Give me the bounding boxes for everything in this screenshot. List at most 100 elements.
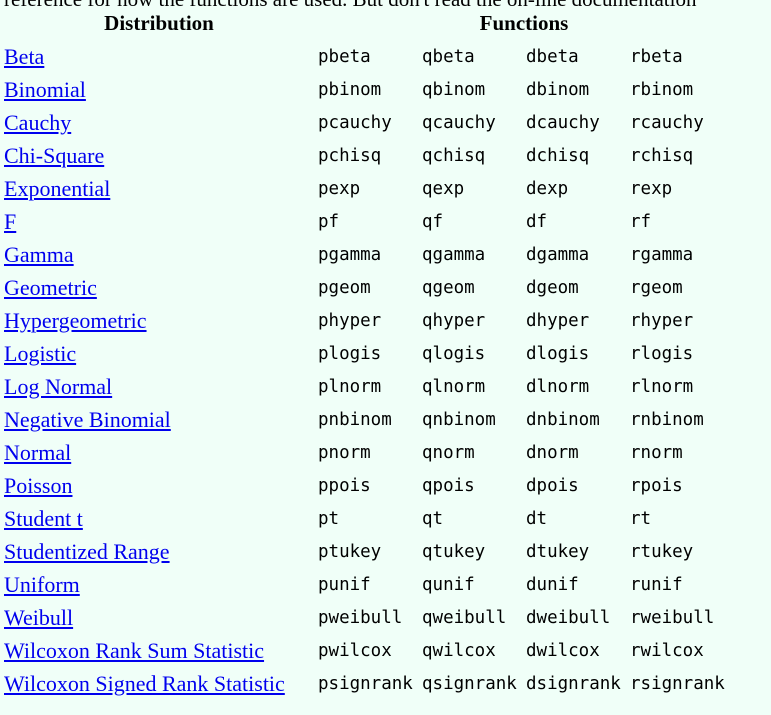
distribution-cell: Beta — [2, 40, 316, 73]
function-name-cell: dunif — [526, 574, 579, 595]
function-name-cell: dbinom — [526, 79, 590, 100]
function-name-cell: rbinom — [630, 79, 694, 100]
distribution-link[interactable]: Uniform — [4, 572, 80, 597]
function-name-cell: qlogis — [422, 343, 486, 364]
distribution-cell: Binomial — [2, 73, 316, 106]
function-name-cell: pweibull — [318, 607, 403, 628]
function-name-cell: dgamma — [526, 244, 590, 265]
function-name-cell: qgeom — [422, 277, 475, 298]
function-name-cell: pbinom — [318, 79, 382, 100]
function-name-cell: qweibull — [422, 607, 507, 628]
distribution-cell: Normal — [2, 436, 316, 469]
table-row: Geometric pgeom qgeom dgeom rgeom — [2, 271, 732, 304]
function-name-cell: pchisq — [318, 145, 382, 166]
distribution-link[interactable]: Wilcoxon Signed Rank Statistic — [4, 671, 285, 696]
function-name-cell: rt — [630, 508, 652, 529]
function-name-cell: qhyper — [422, 310, 486, 331]
function-name-cell: plogis — [318, 343, 382, 364]
distribution-cell: Cauchy — [2, 106, 316, 139]
header-distribution: Distribution — [104, 11, 214, 35]
distribution-cell: Weibull — [2, 601, 316, 634]
distribution-cell: Wilcoxon Rank Sum Statistic — [2, 634, 316, 667]
function-name-cell: rnorm — [630, 442, 683, 463]
distribution-link[interactable]: Geometric — [4, 275, 97, 300]
distribution-link[interactable]: Beta — [4, 44, 44, 69]
function-name-cell: dnbinom — [526, 409, 600, 430]
distribution-link[interactable]: Poisson — [4, 473, 72, 498]
table-row: Cauchy pcauchy qcauchy dcauchy rcauchy — [2, 106, 732, 139]
function-name-cell: qunif — [422, 574, 475, 595]
function-name-cell: dsignrank — [526, 673, 621, 694]
function-name-cell: pnorm — [318, 442, 371, 463]
distribution-cell: Logistic — [2, 337, 316, 370]
header-functions: Functions — [479, 11, 569, 35]
table-row: Fpf qf df rf — [2, 205, 732, 238]
function-name-cell: qtukey — [422, 541, 486, 562]
function-name-cell: phyper — [318, 310, 382, 331]
distribution-link[interactable]: Student t — [4, 506, 83, 531]
distribution-link[interactable]: Weibull — [4, 605, 73, 630]
function-name-cell: dcauchy — [526, 112, 600, 133]
table-row: Normal pnorm qnorm dnorm rnorm — [2, 436, 732, 469]
table-body: Beta pbeta qbeta dbeta rbeta Binomial pbinom qb… — [2, 40, 732, 700]
function-name-cell: dbeta — [526, 46, 579, 67]
function-name-cell: qcauchy — [422, 112, 496, 133]
function-name-cell: rgeom — [630, 277, 683, 298]
function-name-cell: dwilcox — [526, 640, 600, 661]
table-row: Gamma pgamma qgamma dgamma rgamma — [2, 238, 732, 271]
distribution-cell: Negative Binomial — [2, 403, 316, 436]
function-name-cell: runif — [630, 574, 683, 595]
function-name-cell: rexp — [630, 178, 673, 199]
function-name-cell: qbeta — [422, 46, 475, 67]
function-name-cell: pwilcox — [318, 640, 392, 661]
function-name-cell: ptukey — [318, 541, 382, 562]
distribution-link[interactable]: Negative Binomial — [4, 407, 171, 432]
function-name-cell: qt — [422, 508, 444, 529]
function-name-cell: rbeta — [630, 46, 683, 67]
function-name-cell: pbeta — [318, 46, 371, 67]
table-row: Beta pbeta qbeta dbeta rbeta — [2, 40, 732, 73]
table-row: Wilcoxon Signed Rank Statistic psignrank q… — [2, 667, 732, 700]
distribution-link[interactable]: Normal — [4, 440, 71, 465]
distribution-link[interactable]: Log Normal — [4, 374, 112, 399]
distribution-link[interactable]: F — [4, 209, 16, 234]
distribution-cell: Log Normal — [2, 370, 316, 403]
distribution-cell: Student t — [2, 502, 316, 535]
distribution-link[interactable]: Cauchy — [4, 110, 71, 135]
distribution-link[interactable]: Binomial — [4, 77, 86, 102]
table-row: Weibull pweibull qweibull dweibull rweibull — [2, 601, 732, 634]
distribution-link[interactable]: Logistic — [4, 341, 76, 366]
distribution-link[interactable]: Wilcoxon Rank Sum Statistic — [4, 638, 264, 663]
table-row: Negative Binomial pnbinom qnbinom dnbinom rn… — [2, 403, 732, 436]
distribution-cell: Poisson — [2, 469, 316, 502]
function-name-cell: rweibull — [630, 607, 715, 628]
distribution-link[interactable]: Exponential — [4, 176, 110, 201]
function-name-cell: rpois — [630, 475, 683, 496]
table-row: Wilcoxon Rank Sum Statistic pwilcox qwilco… — [2, 634, 732, 667]
function-name-cell: pgamma — [318, 244, 382, 265]
function-name-cell: pf — [318, 211, 340, 232]
table-row: Log Normal plnorm qlnorm dlnorm rlnorm — [2, 370, 732, 403]
distribution-link[interactable]: Gamma — [4, 242, 74, 267]
distribution-cell: Exponential — [2, 172, 316, 205]
function-name-cell: dlnorm — [526, 376, 590, 397]
table-row: Hypergeometric phyper qhyper dhyper rhyper — [2, 304, 732, 337]
function-name-cell: rchisq — [630, 145, 694, 166]
distribution-link[interactable]: Chi-Square — [4, 143, 104, 168]
function-name-cell: rf — [630, 211, 652, 232]
function-name-cell: dexp — [526, 178, 569, 199]
function-name-cell: pt — [318, 508, 340, 529]
distribution-link[interactable]: Studentized Range — [4, 539, 170, 564]
distribution-cell: Chi-Square — [2, 139, 316, 172]
distribution-cell: Hypergeometric — [2, 304, 316, 337]
function-name-cell: dlogis — [526, 343, 590, 364]
table-row: Student t pt qt dt rt — [2, 502, 732, 535]
function-name-cell: rlnorm — [630, 376, 694, 397]
distribution-link[interactable]: Hypergeometric — [4, 308, 147, 333]
function-name-cell: pcauchy — [318, 112, 392, 133]
function-name-cell: rlogis — [630, 343, 694, 364]
function-name-cell: dgeom — [526, 277, 579, 298]
function-name-cell: dtukey — [526, 541, 590, 562]
function-name-cell: rwilcox — [630, 640, 704, 661]
function-name-cell: pexp — [318, 178, 361, 199]
